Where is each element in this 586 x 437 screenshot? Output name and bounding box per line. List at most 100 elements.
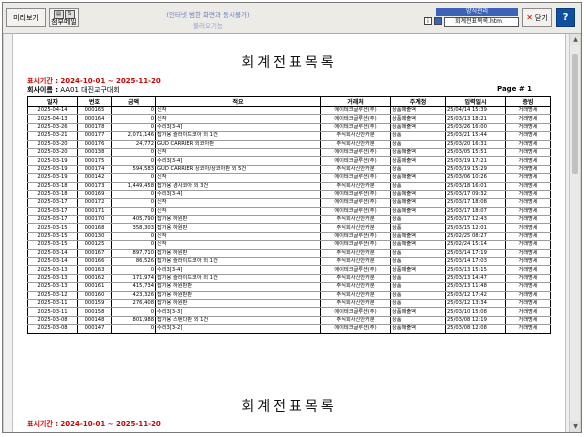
form-manage-tab[interactable]: 양식관리	[436, 8, 518, 16]
preview-button[interactable]: 미리보기	[6, 8, 46, 27]
cell-number: 000160	[77, 291, 112, 301]
cell-date: 2025-03-20	[27, 140, 78, 149]
info-icon[interactable]: i	[424, 17, 432, 25]
cell-amount: 0	[111, 240, 156, 250]
table-row: 2025-03-11 000159 276,408 잡가용 하원판 주식회사신안카분 상품…	[27, 299, 551, 309]
cell-amount: 897,710	[111, 249, 156, 259]
cell-partner: 에이테크글루션(주)	[320, 156, 391, 166]
cell-partner: 주식회사신안카분	[320, 257, 391, 267]
cell-amount: 0	[111, 123, 156, 133]
cell-amount: 0	[111, 324, 156, 334]
cell-amount: 0	[111, 307, 156, 317]
cell-evidence: 거래명세	[505, 156, 551, 166]
cell-entered: 25/02/25 08:27	[445, 232, 506, 242]
company-label: 회사이름 :	[27, 86, 58, 94]
cell-description: 신작	[155, 173, 321, 183]
close-icon: ✕	[526, 13, 533, 22]
cell-partner: 에이테크글루션(주)	[320, 307, 391, 317]
cell-number: 000159	[77, 299, 112, 309]
cell-evidence: 거래명세	[505, 165, 551, 175]
cell-evidence: 거래명세	[505, 223, 551, 233]
cell-evidence: 거래명세	[505, 316, 551, 326]
cell-date: 2025-03-17	[27, 198, 78, 208]
col-header-partner: 거래처	[320, 96, 391, 107]
cell-date: 2025-03-11	[27, 307, 78, 317]
dropdown-icon[interactable]	[434, 17, 442, 25]
cell-description: 신작	[155, 198, 321, 208]
cell-description: 잡가용 하원판판	[155, 282, 321, 292]
cell-entered: 25/03/08 12:19	[445, 316, 506, 326]
cell-description: 잡가용 하원판	[155, 249, 321, 259]
cell-number: 000171	[77, 207, 112, 217]
cell-date: 2025-03-08	[27, 316, 78, 326]
cell-evidence: 거래명세	[505, 123, 551, 133]
cell-evidence: 거래명세	[505, 140, 551, 149]
cell-account: 상품매출액	[390, 106, 446, 116]
scroll-up-icon[interactable]: ▲	[570, 34, 580, 45]
cell-entered: 25/03/17 12:43	[445, 215, 506, 225]
cell-evidence: 거래명세	[505, 190, 551, 200]
cell-date: 2025-03-21	[27, 131, 78, 141]
cell-account: 상품매출액	[390, 173, 446, 183]
cell-partner: 에이테크글루션(주)	[320, 148, 391, 158]
cell-description: 수리3[3-2]	[155, 324, 321, 334]
scroll-down-icon[interactable]: ▼	[570, 421, 580, 432]
cell-description: 잡가용 슬라이드코아 외 1건	[155, 274, 321, 284]
report-viewport[interactable]: 회계전표목록 표시기간 : 2024-10-01 ~ 2025-11-20 회사…	[4, 34, 580, 432]
cell-evidence: 거래명세	[505, 198, 551, 208]
table-row: 2025-03-17 000172 0 신작 에이테크글루션(주) 상품매출액 25/03/…	[27, 198, 551, 208]
cell-account: 상품	[390, 140, 446, 149]
table-row: 2025-03-19 000142 0 신작 에이테크글루션(주) 상품매출액 25/03/…	[27, 173, 551, 183]
cell-description: 잡가용 하원판판	[155, 291, 321, 301]
col-header-date: 일자	[27, 96, 78, 107]
cell-account: 상품	[390, 182, 446, 191]
cell-amount: 594,583	[111, 165, 156, 175]
cell-evidence: 거래명세	[505, 114, 551, 124]
report-page: 회계전표목록 표시기간 : 2024-10-01 ~ 2025-11-20 회사…	[12, 34, 566, 432]
cell-number: 000168	[77, 223, 112, 233]
cell-partner: 에이테크글루션(주)	[320, 198, 391, 208]
cell-account: 상품	[390, 257, 446, 267]
cell-amount: 24,772	[111, 140, 156, 149]
cell-entered: 25/03/20 16:31	[445, 140, 506, 149]
cell-entered: 25/03/15 12:01	[445, 223, 506, 233]
cell-date: 2025-03-17	[27, 207, 78, 217]
cell-entered: 25/03/14 17:19	[445, 249, 506, 259]
cell-evidence: 거래명세	[505, 232, 551, 242]
close-button[interactable]: ✕ 닫기	[522, 8, 552, 27]
cell-description: 잡가용 스텐다판 외 1건	[155, 316, 321, 326]
report-period-next-page: 표시기간 : 2024-10-01 ~ 2025-11-20	[27, 420, 161, 428]
cell-entered: 25/03/13 15:15	[445, 265, 506, 275]
cell-amount: 0	[111, 198, 156, 208]
help-button[interactable]: ?	[556, 8, 575, 27]
cell-amount: 0	[111, 114, 156, 124]
cell-account: 상품	[390, 299, 446, 309]
table-row: 2025-03-13 000162 171,974 잡가용 슬라이드코아 외 1건 주식…	[27, 274, 551, 284]
cell-partner: 에이테크글루션(주)	[320, 190, 391, 200]
cell-number: 000162	[77, 274, 112, 284]
cell-account: 상품	[390, 282, 446, 292]
col-header-entered: 입력일시	[445, 96, 506, 107]
cell-account: 상품매출액	[390, 156, 446, 166]
cell-partner: 주식회사신안카분	[320, 215, 391, 225]
cell-account: 상품매출액	[390, 114, 446, 124]
attach-mail-button[interactable]: ▤ S 첨부메일	[49, 8, 79, 27]
template-file-field[interactable]: 회계전표목록.htm	[444, 17, 519, 27]
cell-date: 2025-03-15	[27, 232, 78, 242]
cell-evidence: 거래명세	[505, 240, 551, 250]
cell-entered: 25/03/12 13:34	[445, 299, 506, 309]
cell-evidence: 거래명세	[505, 307, 551, 317]
cell-partner: 에이테크글루션(주)	[320, 324, 391, 334]
cell-partner: 주식회사신안카분	[320, 274, 391, 284]
cell-number: 000164	[77, 114, 112, 124]
report-title: 회계전표목록	[241, 55, 337, 71]
scroll-thumb[interactable]	[572, 54, 578, 174]
cell-number: 000130	[77, 232, 112, 242]
cell-amount: 405,790	[111, 215, 156, 225]
cell-partner: 주식회사신안카분	[320, 249, 391, 259]
cell-date: 2025-03-17	[27, 215, 78, 225]
vertical-scrollbar[interactable]: ▲ ▼	[569, 34, 580, 432]
col-header-amount: 금액	[111, 96, 156, 107]
cell-entered: 25/04/14 15:39	[445, 106, 506, 116]
cell-evidence: 거래명세	[505, 291, 551, 301]
